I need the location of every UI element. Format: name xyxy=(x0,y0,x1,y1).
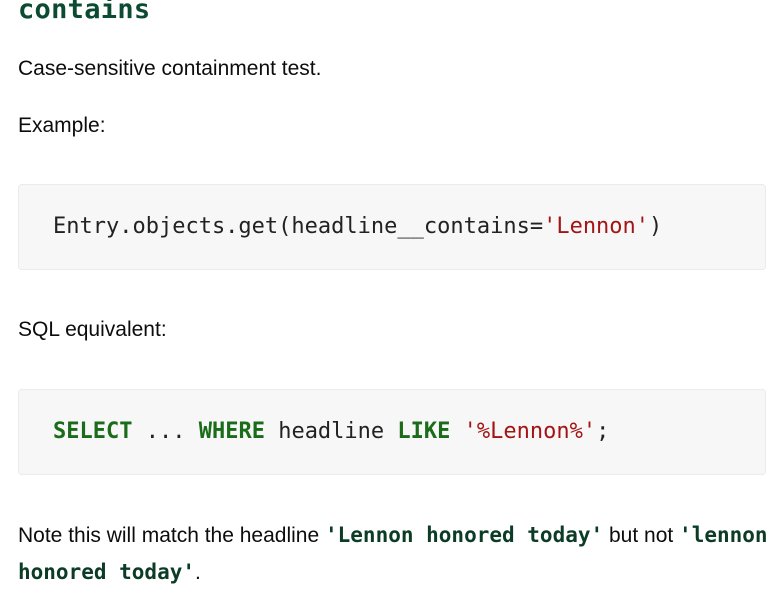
code-close-paren: ) xyxy=(649,214,663,239)
sql-keyword-select: SELECT xyxy=(53,419,133,444)
sql-field: headline xyxy=(264,419,398,444)
sql-space xyxy=(450,419,463,444)
sql-code-line: SELECT ... WHERE headline LIKE '%Lennon%… xyxy=(53,414,609,450)
sql-pattern-string: '%Lennon%' xyxy=(463,419,597,444)
description-text: Case-sensitive containment test. xyxy=(18,57,322,80)
sql-label: SQL equivalent: xyxy=(18,318,167,341)
note-middle: but not xyxy=(603,524,680,547)
sql-code-block: SELECT ... WHERE headline LIKE '%Lennon%… xyxy=(18,389,766,475)
sql-ellipsis: ... xyxy=(132,419,199,444)
sql-keyword-like: LIKE xyxy=(397,419,451,444)
note-before: Note this will match the headline xyxy=(18,524,325,547)
sql-keyword-where: WHERE xyxy=(198,419,265,444)
code-call: Entry.objects.get(headline__contains= xyxy=(53,214,544,239)
example-label: Example: xyxy=(18,114,106,137)
section-heading: contains xyxy=(18,0,151,25)
example-code-line: Entry.objects.get(headline__contains='Le… xyxy=(53,209,662,245)
note-match-code: 'Lennon honored today' xyxy=(325,523,604,547)
sql-semicolon: ; xyxy=(596,419,610,444)
note-text: Note this will match the headline 'Lenno… xyxy=(18,517,768,591)
example-code-block: Entry.objects.get(headline__contains='Le… xyxy=(18,184,766,270)
note-after: . xyxy=(195,561,201,584)
code-string-literal: 'Lennon' xyxy=(543,214,650,239)
